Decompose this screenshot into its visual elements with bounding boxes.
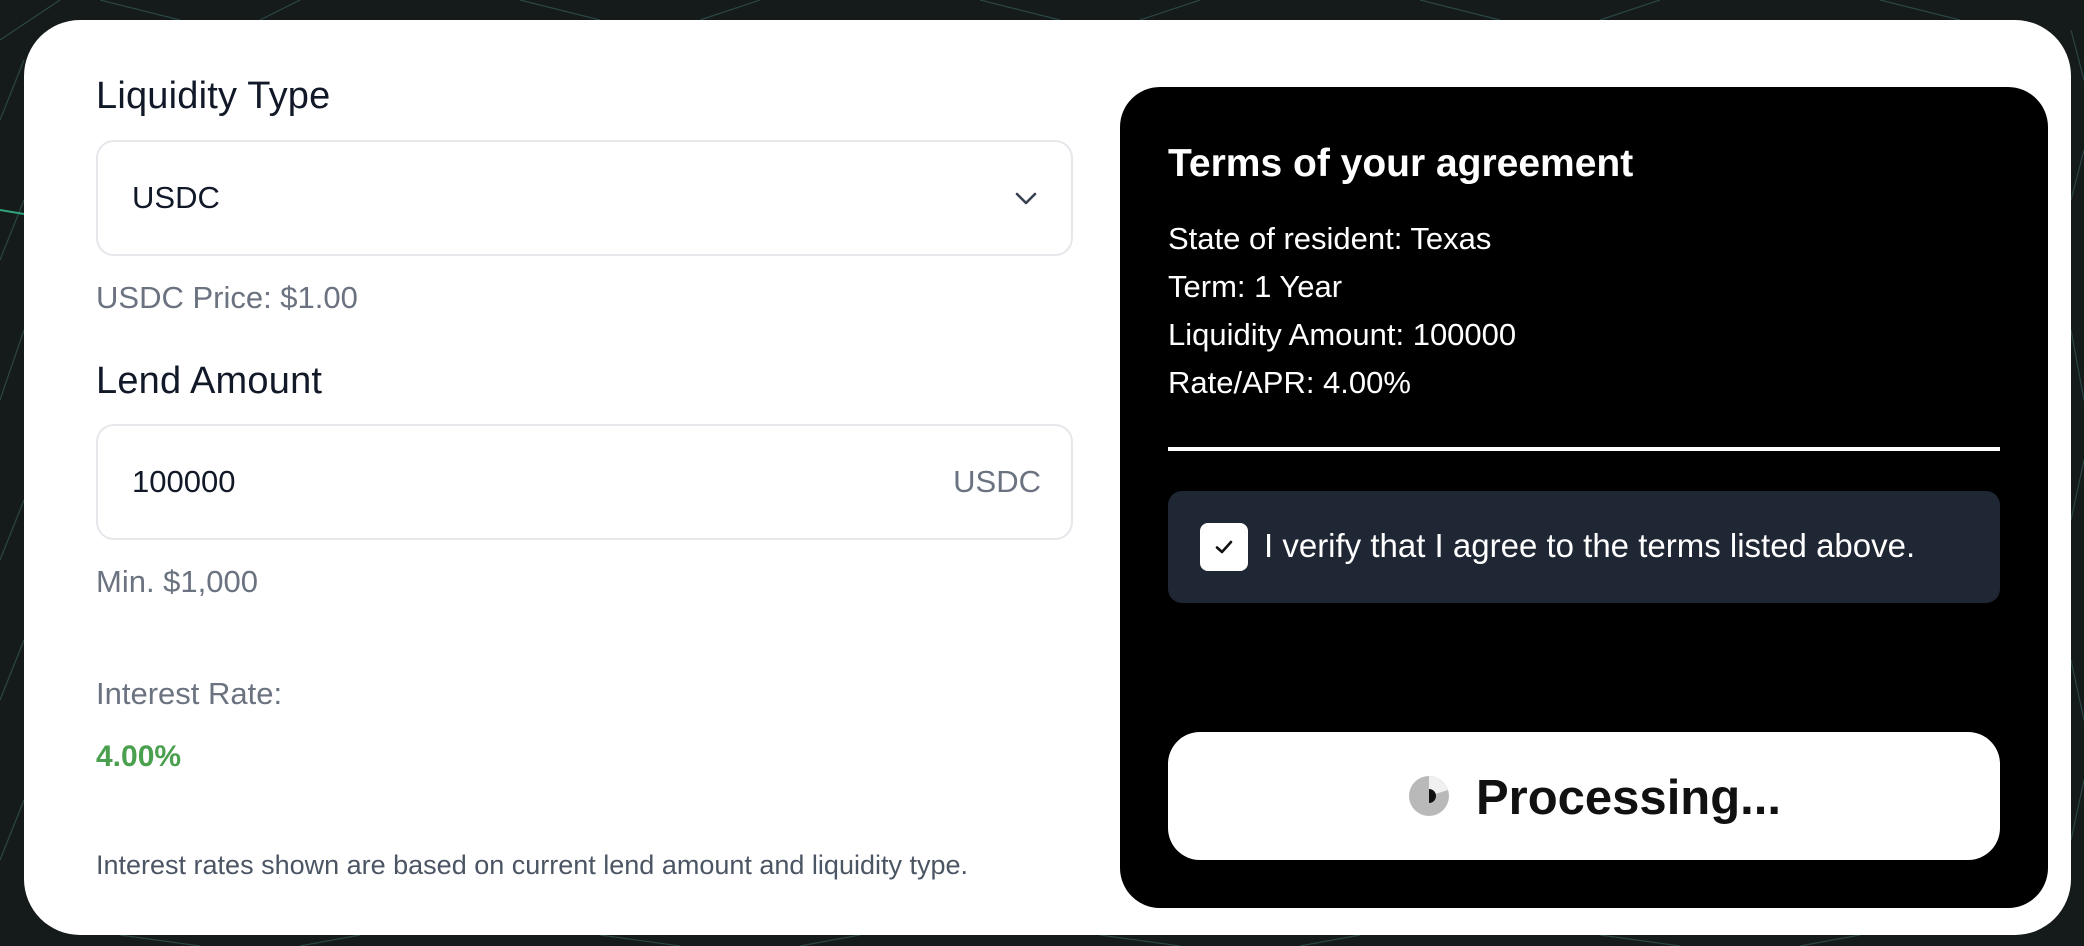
verify-terms-row[interactable]: I verify that I agree to the terms liste… xyxy=(1168,491,2000,603)
checkmark-icon xyxy=(1215,540,1233,554)
lend-form-card: Liquidity Type USDC USDC Price: $1.00 Le… xyxy=(24,20,2071,935)
lend-amount-input[interactable]: 100000 USDC xyxy=(96,424,1073,540)
lend-amount-value: 100000 xyxy=(132,464,236,499)
lend-amount-currency: USDC xyxy=(953,464,1041,499)
verify-terms-text: I verify that I agree to the terms liste… xyxy=(1264,527,1916,564)
usdc-price-text: USDC Price: $1.00 xyxy=(96,280,358,315)
term-length: Term: 1 Year xyxy=(1168,269,1343,304)
state-of-resident: State of resident: Texas xyxy=(1168,221,1492,256)
liquidity-type-value: USDC xyxy=(132,180,220,215)
lend-amount-label: Lend Amount xyxy=(96,360,323,402)
interest-rate-label: Interest Rate: xyxy=(96,676,283,711)
verify-checkbox[interactable] xyxy=(1200,523,1248,571)
min-amount-text: Min. $1,000 xyxy=(96,564,258,599)
rate-apr: Rate/APR: 4.00% xyxy=(1168,365,1411,400)
processing-label: Processing... xyxy=(1476,771,1782,825)
liquidity-type-select[interactable]: USDC xyxy=(96,140,1073,256)
liquidity-type-label: Liquidity Type xyxy=(96,75,331,117)
divider xyxy=(1168,447,2000,451)
processing-button[interactable]: Processing... xyxy=(1168,732,2000,860)
agreement-panel: Terms of your agreement State of residen… xyxy=(1120,87,2048,908)
agreement-title: Terms of your agreement xyxy=(1168,142,1634,185)
interest-rate-footnote: Interest rates shown are based on curren… xyxy=(96,850,969,880)
liquidity-amount: Liquidity Amount: 100000 xyxy=(1168,317,1517,352)
spinner-icon xyxy=(1409,776,1449,816)
chevron-down-icon xyxy=(1015,192,1037,205)
interest-rate-value: 4.00% xyxy=(96,740,182,773)
